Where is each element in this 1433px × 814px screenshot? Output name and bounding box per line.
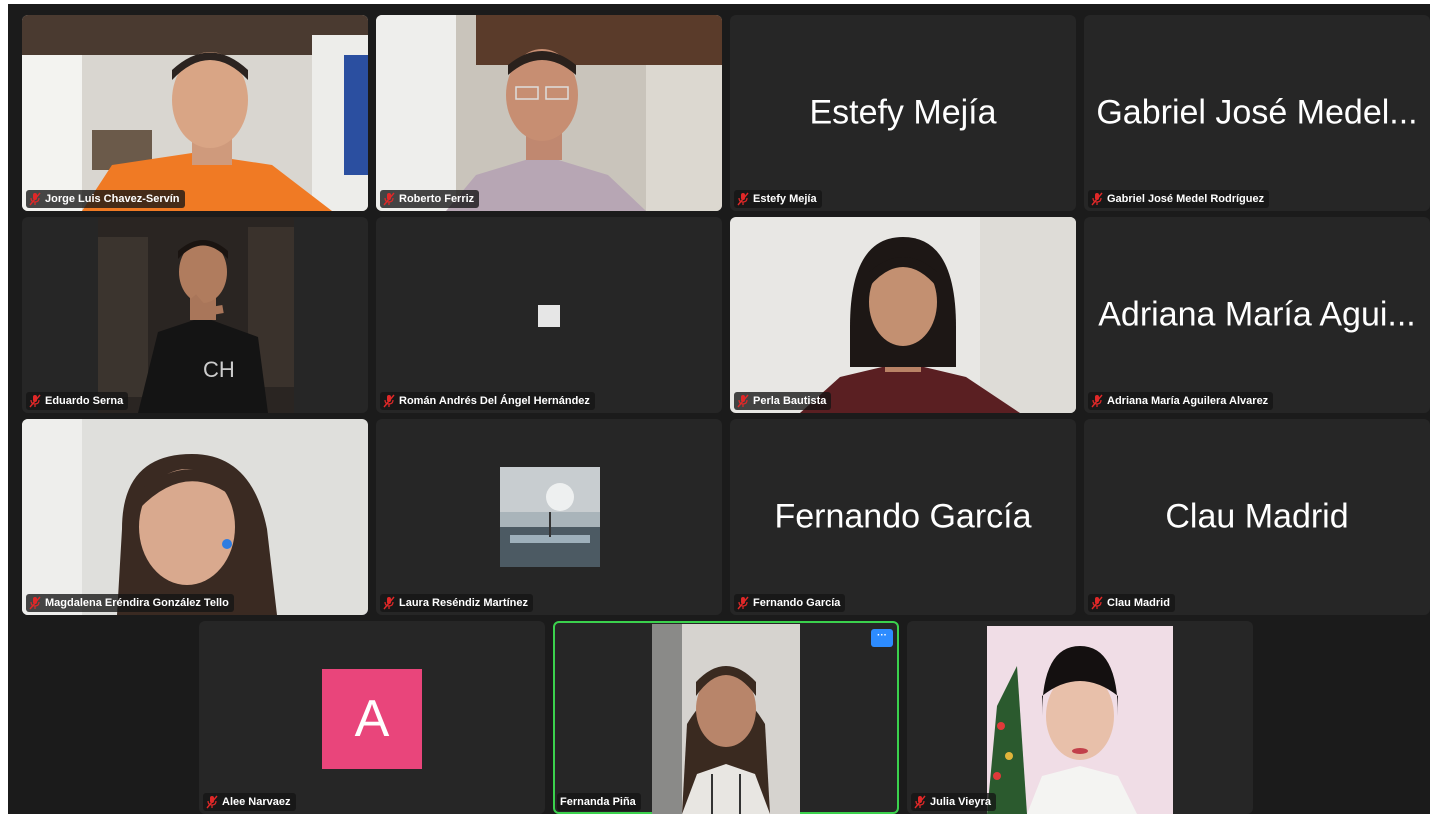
mic-muted-icon [914,795,926,809]
participant-name-label: Eduardo Serna [26,392,129,410]
participant-name: Jorge Luis Chavez-Servín [45,193,180,205]
mic-muted-icon [1091,192,1103,206]
participant-name-label: Alee Narvaez [203,793,296,811]
mic-muted-icon [737,394,749,408]
participant-name-label: Julia Vieyra [911,793,996,811]
participant-tile[interactable]: Julia Vieyra [907,621,1253,814]
participant-name: Estefy Mejía [753,193,817,205]
participant-name: Perla Bautista [753,395,827,407]
participant-name: Roberto Ferriz [399,193,475,205]
mic-muted-icon [29,192,41,206]
mic-muted-icon [29,394,41,408]
mic-muted-icon [1091,394,1103,408]
participant-display-name: Gabriel José Medel... [1096,93,1418,132]
participant-name-label: Roberto Ferriz [380,190,480,208]
participant-tile[interactable]: Roberto Ferriz [376,15,722,211]
mic-muted-icon [1091,596,1103,610]
participant-name-label: Clau Madrid [1088,594,1175,612]
participant-tile[interactable]: Gabriel José Medel... Gabriel José Medel… [1084,15,1430,211]
more-options-icon[interactable]: ··· [871,629,893,647]
participant-tile[interactable]: Fernando García Fernando García [730,419,1076,615]
participant-name: Clau Madrid [1107,597,1170,609]
participant-tile[interactable]: Perla Bautista [730,217,1076,413]
participant-name-label: Estefy Mejía [734,190,822,208]
participant-name: Fernanda Piña [560,796,636,808]
profile-picture [500,467,600,567]
participant-name: Gabriel José Medel Rodríguez [1107,193,1265,205]
participant-video [22,419,368,615]
participant-tile[interactable]: Jorge Luis Chavez-Servín [22,15,368,211]
participant-name-label: Jorge Luis Chavez-Servín [26,190,185,208]
participant-display-name: Clau Madrid [1165,497,1349,536]
participant-video [730,217,1076,413]
mic-muted-icon [383,394,395,408]
participant-name-label: Fernando García [734,594,846,612]
participant-name: Adriana María Aguilera Alvarez [1107,395,1269,407]
participant-name: Alee Narvaez [222,796,291,808]
mic-muted-icon [29,596,41,610]
participant-display-name: Adriana María Agui... [1098,295,1416,334]
participant-name-label: Gabriel José Medel Rodríguez [1088,190,1270,208]
participant-tile[interactable]: Magdalena Eréndira González Tello [22,419,368,615]
mic-muted-icon [737,192,749,206]
participant-name-label: Magdalena Eréndira González Tello [26,594,234,612]
mic-muted-icon [206,795,218,809]
mic-muted-icon [383,192,395,206]
participant-video [376,15,722,211]
participant-name: Magdalena Eréndira González Tello [45,597,229,609]
participant-tile[interactable]: Adriana María Agui... Adriana María Agui… [1084,217,1430,413]
participant-tile[interactable]: Clau Madrid Clau Madrid [1084,419,1430,615]
participant-name: Julia Vieyra [930,796,991,808]
participant-tile[interactable]: Estefy Mejía Estefy Mejía [730,15,1076,211]
mic-muted-icon [383,596,395,610]
participant-tile[interactable]: CH Eduardo Serna [22,217,368,413]
participant-tile-active-speaker[interactable]: ··· Fernanda Piña [553,621,899,814]
participant-name-label: Perla Bautista [734,392,832,410]
participant-video [22,15,368,211]
participant-display-name: Estefy Mejía [809,93,997,132]
participant-name: Fernando García [753,597,841,609]
participant-tile[interactable]: A Alee Narvaez [199,621,545,814]
mic-muted-icon [737,596,749,610]
participant-display-name: Fernando García [774,497,1032,536]
gallery-view: Jorge Luis Chavez-Servín Roberto Ferriz [8,4,1430,814]
profile-placeholder [538,305,560,327]
participant-name: Román Andrés Del Ángel Hernández [399,395,590,407]
participant-video [652,624,800,814]
participant-name-label: Fernanda Piña [557,793,641,811]
participant-video: CH [98,217,294,413]
participant-video [987,626,1173,814]
svg-text:CH: CH [203,357,235,382]
participant-tile[interactable]: Laura Reséndiz Martínez [376,419,722,615]
participant-name: Laura Reséndiz Martínez [399,597,528,609]
participant-name-label: Román Andrés Del Ángel Hernández [380,392,595,410]
participant-name: Eduardo Serna [45,395,124,407]
participant-name-label: Laura Reséndiz Martínez [380,594,533,612]
participant-name-label: Adriana María Aguilera Alvarez [1088,392,1274,410]
participant-tile[interactable]: Román Andrés Del Ángel Hernández [376,217,722,413]
avatar: A [322,669,422,769]
